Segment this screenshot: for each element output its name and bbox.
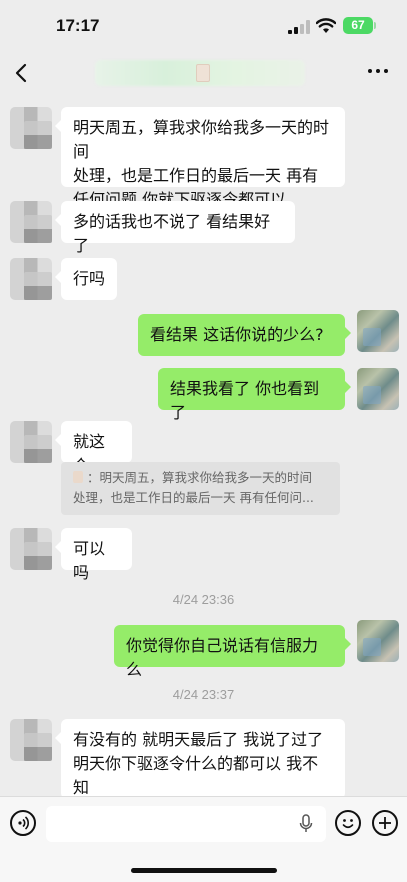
- more-icon[interactable]: [367, 61, 389, 81]
- quoted-text: ：明天周五，算我求你给我多一天的时间 处理，也是工作日的最后一天 再有任何问..…: [73, 470, 314, 505]
- contact-avatar[interactable]: [10, 201, 52, 243]
- self-avatar[interactable]: [357, 310, 399, 352]
- status-bar: 17:17 67: [0, 0, 407, 52]
- message-bubble[interactable]: 有没有的 就明天最后了 我说了过了 明天你下驱逐令什么的都可以 我不知 道还要怎…: [55, 719, 345, 821]
- plus-icon[interactable]: [372, 810, 398, 836]
- message-bubble-self[interactable]: 看结果 这话你说的少么?: [138, 314, 351, 356]
- signal-icon: [288, 20, 310, 34]
- message-input[interactable]: [46, 806, 326, 842]
- mic-icon[interactable]: [298, 813, 314, 835]
- home-indicator: [131, 868, 277, 873]
- quoted-message[interactable]: ：明天周五，算我求你给我多一天的时间 处理，也是工作日的最后一天 再有任何问..…: [61, 462, 340, 515]
- message-bubble[interactable]: 明天周五，算我求你给我多一天的时间 处理，也是工作日的最后一天 再有 任何问题 …: [55, 107, 345, 209]
- voice-icon[interactable]: [10, 810, 36, 836]
- contact-avatar[interactable]: [10, 421, 52, 463]
- contact-icon: [196, 64, 210, 82]
- message-bubble[interactable]: 行吗: [55, 258, 117, 300]
- wifi-icon: [316, 18, 336, 33]
- message-timestamp: 4/24 23:36: [172, 592, 235, 607]
- message-bubble[interactable]: 就这个: [55, 421, 132, 475]
- contact-avatar[interactable]: [10, 719, 52, 761]
- chevron-left-icon[interactable]: [12, 60, 36, 86]
- battery-tip: [374, 22, 376, 29]
- self-avatar[interactable]: [357, 368, 399, 410]
- contact-avatar[interactable]: [10, 528, 52, 570]
- contact-icon: [73, 471, 83, 483]
- contact-avatar[interactable]: [10, 258, 52, 300]
- self-avatar[interactable]: [357, 620, 399, 662]
- message-timestamp: 4/24 23:37: [172, 687, 235, 702]
- message-bubble-self[interactable]: 结果我看了 你也看到了: [158, 368, 351, 422]
- status-time: 17:17: [56, 16, 100, 35]
- message-bubble[interactable]: 可以吗: [55, 528, 132, 582]
- contact-avatar[interactable]: [10, 107, 52, 149]
- emoji-icon[interactable]: [335, 810, 361, 836]
- message-bubble[interactable]: 多的话我也不说了 看结果好了: [55, 201, 295, 255]
- message-bubble-self[interactable]: 你觉得你自己说话有信服力么: [114, 625, 351, 679]
- battery-indicator: 67: [343, 17, 373, 34]
